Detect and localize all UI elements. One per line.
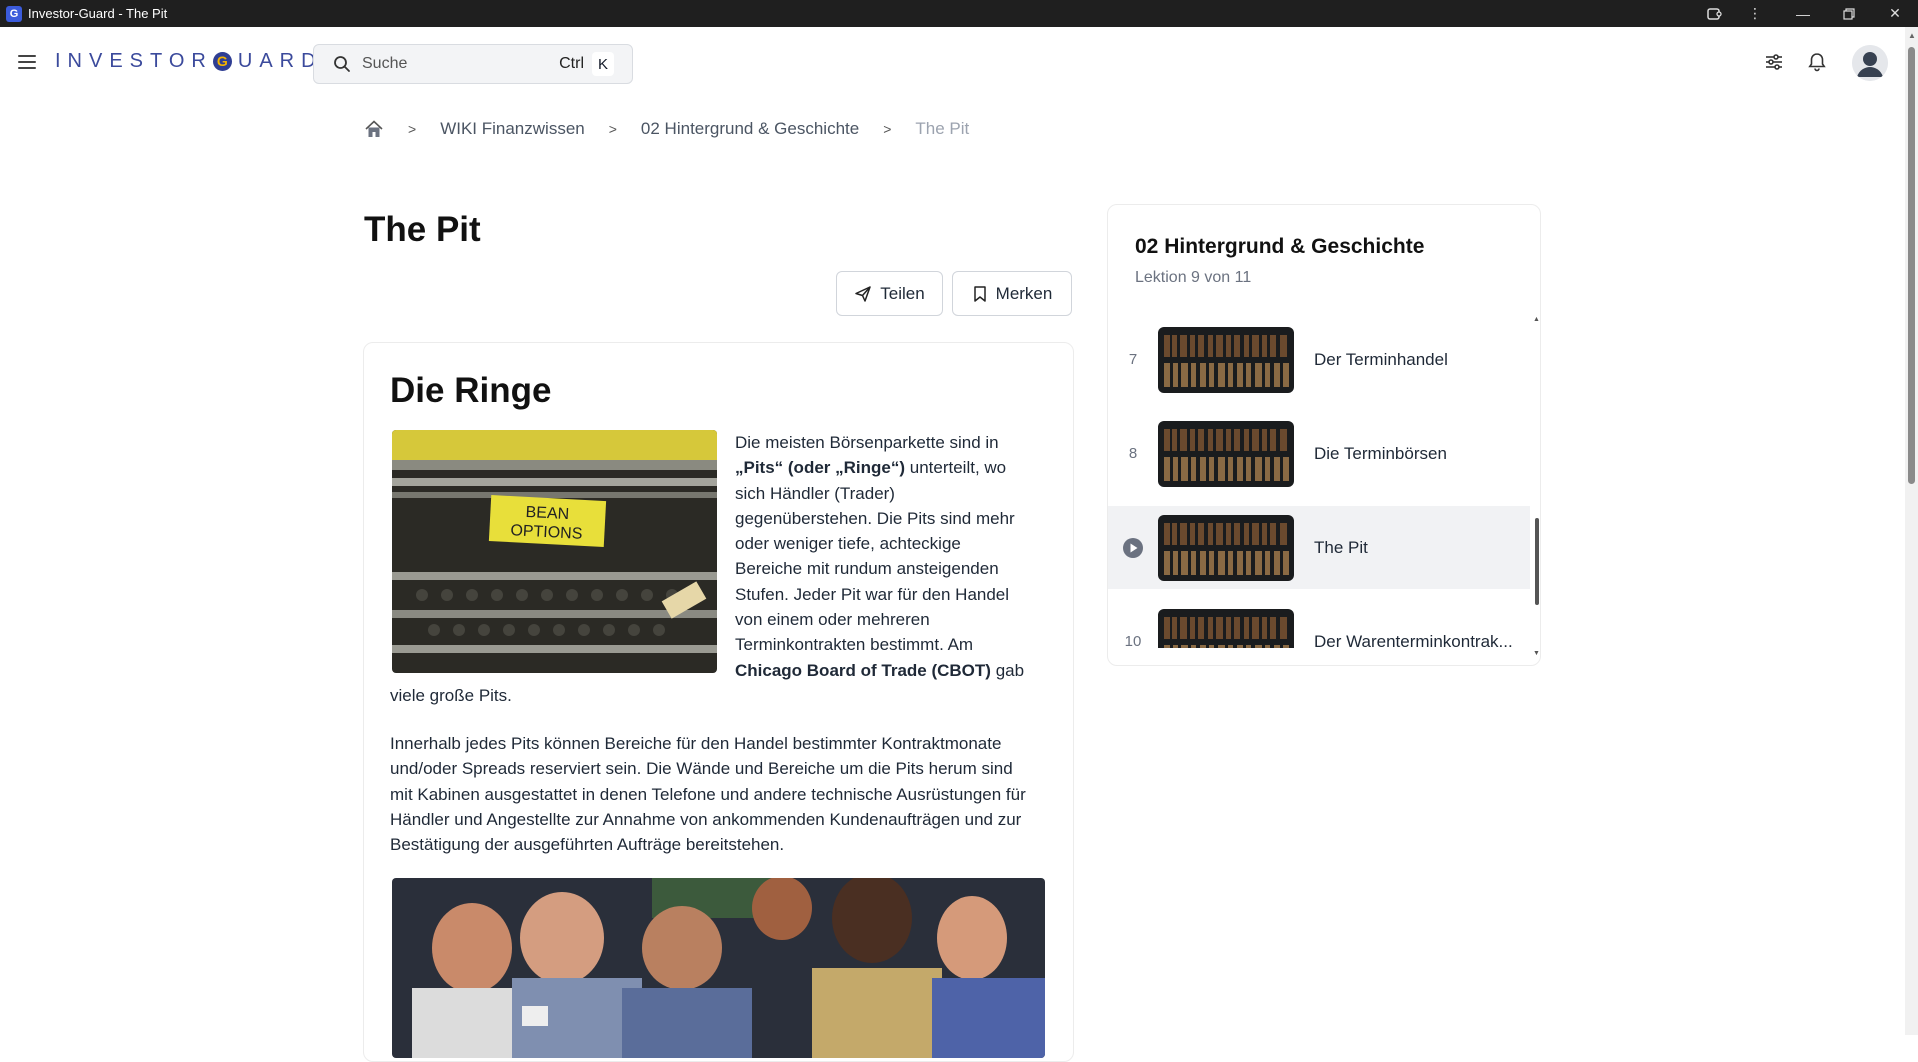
breadcrumb-course[interactable]: 02 Hintergrund & Geschichte <box>641 119 859 139</box>
search-input[interactable]: Suche Ctrl K <box>313 44 633 84</box>
home-icon[interactable] <box>364 119 384 139</box>
bold-term-pits: „Pits“ (oder „Ringe“) <box>735 458 906 478</box>
page-scrollbar[interactable]: ▲ <box>1905 27 1918 1035</box>
play-icon <box>1108 537 1158 559</box>
lesson-thumbnail <box>1158 514 1294 581</box>
avatar[interactable] <box>1852 45 1888 81</box>
shortcut-key: K <box>592 52 614 76</box>
lesson-item[interactable]: 7 Der Terminhandel <box>1108 318 1530 401</box>
logo-text-right: UARD <box>237 50 323 72</box>
window-titlebar: G Investor-Guard - The Pit ⋮ — ✕ <box>0 0 1918 27</box>
bookmark-button[interactable]: Merken <box>952 271 1072 316</box>
send-icon <box>855 285 872 302</box>
lesson-number: 7 <box>1128 351 1138 368</box>
lesson-list-scrollbar[interactable]: ▲ ▼ <box>1532 316 1540 658</box>
restore-button[interactable] <box>1826 0 1872 27</box>
scroll-up-icon[interactable]: ▲ <box>1533 316 1540 323</box>
lesson-thumbnail <box>1158 420 1294 487</box>
article-paragraph-2: Innerhalb jedes Pits können Bereiche für… <box>390 734 1026 855</box>
page-title: The Pit <box>364 210 481 249</box>
menu-icon[interactable] <box>18 55 36 69</box>
lesson-item-current[interactable]: The Pit <box>1108 506 1530 589</box>
search-placeholder: Suche <box>362 55 408 72</box>
logo[interactable]: INVESTOR G UARD <box>55 50 323 73</box>
scroll-up-icon[interactable]: ▲ <box>1908 31 1916 40</box>
lesson-list: 7 Der Terminhandel 8 Die Terminbörsen Th… <box>1108 318 1540 648</box>
logo-g-icon: G <box>212 52 232 71</box>
app-header: INVESTOR G UARD Suche Ctrl K <box>0 27 1905 100</box>
bookmark-label: Merken <box>995 283 1053 303</box>
lesson-item[interactable]: 10 Der Warenterminkontrak... <box>1108 600 1530 648</box>
lesson-item[interactable]: 8 Die Terminbörsen <box>1108 412 1530 495</box>
lesson-list-scrollbar-thumb[interactable] <box>1535 518 1539 605</box>
breadcrumb-wiki[interactable]: WIKI Finanzwissen <box>440 119 585 139</box>
lesson-number: 8 <box>1128 445 1138 462</box>
lesson-number: 10 <box>1124 633 1142 648</box>
traders-photo <box>392 878 1045 1058</box>
text-run: Die meisten Börsenparkette sind in <box>735 433 999 452</box>
bean-options-photo: BEAN OPTIONS <box>392 430 717 673</box>
notification-bell-icon[interactable] <box>1806 51 1828 73</box>
bold-term-cbot: Chicago Board of Trade (CBOT) <box>735 660 991 680</box>
text-run: unterteilt, wo sich Händler (Trader) geg… <box>735 458 1015 655</box>
shortcut-modifier: Ctrl <box>559 55 584 72</box>
lesson-progress: Lektion 9 von 11 <box>1135 269 1252 286</box>
window-title: Investor-Guard - The Pit <box>28 6 168 21</box>
share-label: Teilen <box>880 283 925 303</box>
lesson-name: The Pit <box>1314 537 1368 557</box>
page-scrollbar-thumb[interactable] <box>1908 47 1915 484</box>
scroll-down-icon[interactable]: ▼ <box>1533 650 1540 657</box>
chevron-right-icon: > <box>408 121 417 137</box>
breadcrumb: > WIKI Finanzwissen > 02 Hintergrund & G… <box>364 116 969 142</box>
svg-text:BEAN: BEAN <box>525 504 569 523</box>
logo-text-left: INVESTOR <box>55 50 213 72</box>
breadcrumb-current: The Pit <box>915 119 970 138</box>
close-button[interactable]: ✕ <box>1872 0 1918 27</box>
chevron-right-icon: > <box>883 121 892 137</box>
lesson-thumbnail <box>1158 326 1294 393</box>
filter-settings-icon[interactable] <box>1763 51 1785 73</box>
minimize-button[interactable]: — <box>1780 0 1826 27</box>
course-title: 02 Hintergrund & Geschichte <box>1135 235 1425 258</box>
chevron-right-icon: > <box>608 121 617 137</box>
app-icon: G <box>6 5 22 22</box>
share-button[interactable]: Teilen <box>836 271 943 316</box>
bookmark-icon <box>973 285 986 302</box>
article-card: Die Ringe Die meisten Börsenparkette sin… <box>363 342 1074 1062</box>
course-sidebar: 02 Hintergrund & Geschichte Lektion 9 vo… <box>1107 204 1541 666</box>
article-heading: Die Ringe <box>390 371 552 410</box>
more-options-icon[interactable]: ⋮ <box>1732 0 1778 27</box>
lesson-name: Der Terminhandel <box>1314 349 1448 369</box>
lesson-name: Die Terminbörsen <box>1314 443 1447 463</box>
search-icon <box>334 56 350 72</box>
lesson-thumbnail <box>1158 608 1294 648</box>
extensions-icon[interactable] <box>1691 0 1737 27</box>
lesson-name: Der Warenterminkontrak... <box>1314 631 1513 649</box>
